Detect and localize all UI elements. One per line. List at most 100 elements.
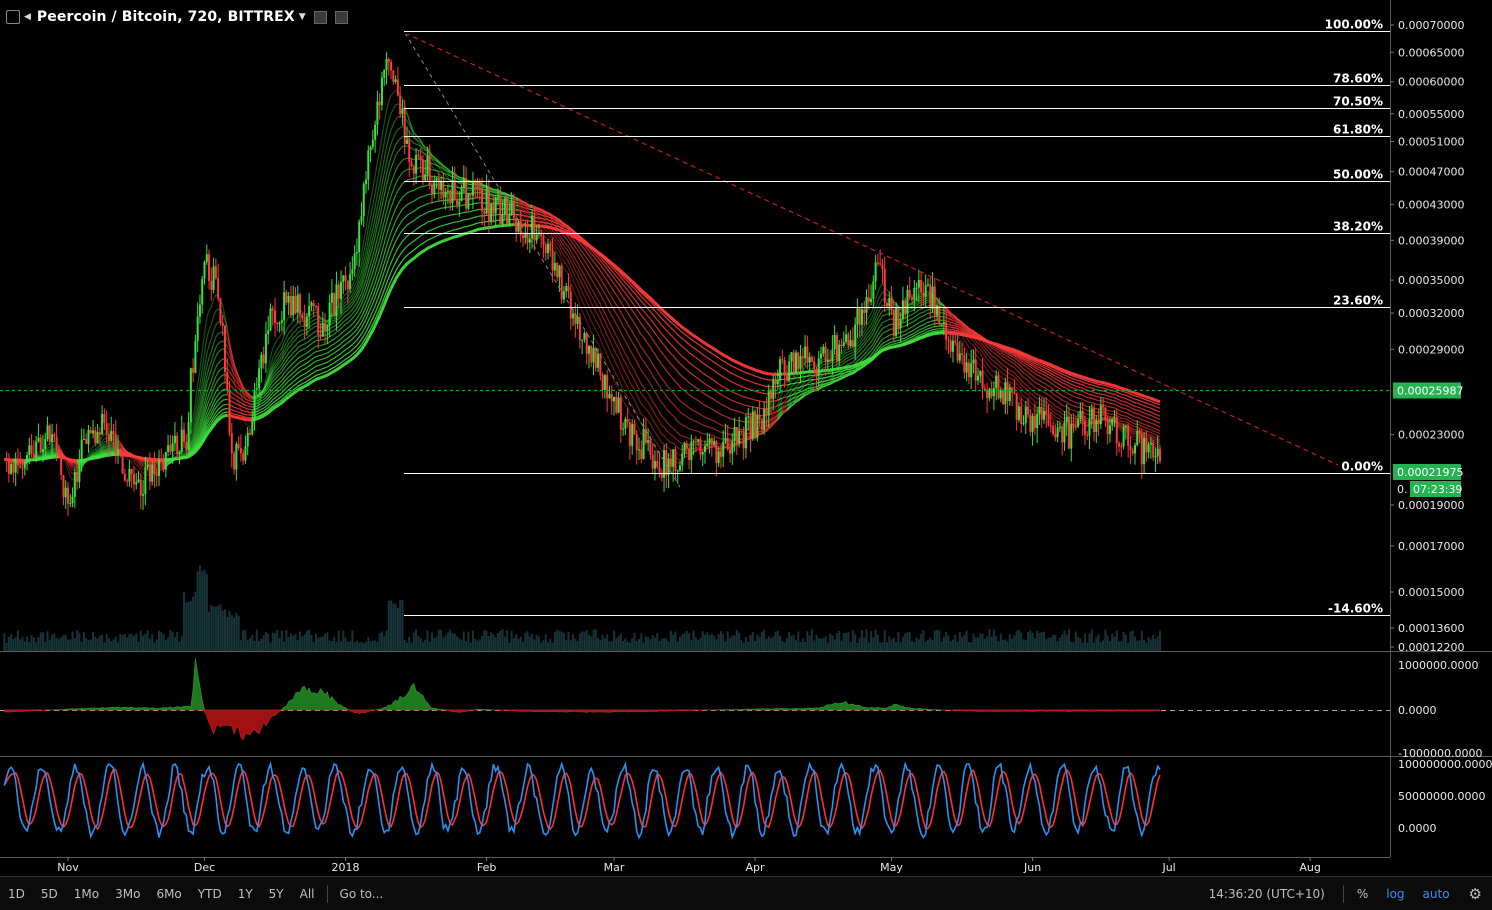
volume-bar xyxy=(843,633,845,651)
volume-bar xyxy=(94,637,96,651)
ribbon-segment xyxy=(377,229,379,238)
ribbon-segment xyxy=(623,359,625,363)
ribbon-segment xyxy=(352,306,354,309)
ribbon-segment xyxy=(468,190,470,191)
ribbon-segment xyxy=(846,352,848,353)
ribbon-segment xyxy=(1153,434,1155,435)
ribbon-segment xyxy=(980,342,982,345)
ribbon-segment xyxy=(275,340,277,344)
volume-bar xyxy=(497,633,499,651)
ribbon-segment xyxy=(375,195,377,208)
volume-bar xyxy=(795,640,797,651)
ribbon-segment xyxy=(639,419,641,424)
ribbon-segment xyxy=(607,290,609,294)
ribbon-segment xyxy=(1010,365,1012,366)
ribbon-segment xyxy=(646,365,648,368)
ribbon-segment xyxy=(1019,377,1021,380)
volume-bar xyxy=(706,632,708,651)
ribbon-segment xyxy=(1035,397,1037,398)
ribbon-segment xyxy=(270,348,272,357)
ribbon-segment xyxy=(575,247,577,250)
volume-bar xyxy=(263,635,265,651)
ribbon-segment xyxy=(980,354,982,357)
ribbon-segment xyxy=(923,315,925,316)
ribbon-segment xyxy=(791,379,793,380)
ribbon-segment xyxy=(280,372,282,374)
ribbon-segment xyxy=(207,311,209,318)
ribbon-segment xyxy=(589,298,591,303)
ribbon-segment xyxy=(687,437,689,438)
ribbon-segment xyxy=(1076,407,1078,408)
ribbon-segment xyxy=(785,394,787,396)
ribbon-segment xyxy=(646,400,648,403)
ribbon-segment xyxy=(584,281,586,286)
volume-bar xyxy=(197,571,199,651)
volume-bar xyxy=(631,638,633,651)
ribbon-segment xyxy=(305,347,307,348)
chart-canvas[interactable]: 100.00%78.60%70.50%61.80%50.00%38.20%23.… xyxy=(0,0,1492,876)
volume-bar xyxy=(56,638,58,651)
volume-bar xyxy=(916,637,918,651)
ribbon-segment xyxy=(600,304,602,309)
volume-bar xyxy=(809,635,811,651)
volume-bar xyxy=(158,631,160,651)
ribbon-segment xyxy=(678,454,680,455)
ribbon-segment xyxy=(646,377,648,380)
ribbon-segment xyxy=(1055,410,1057,411)
ribbon-segment xyxy=(632,386,634,390)
ribbon-segment xyxy=(989,361,991,364)
ribbon-segment xyxy=(557,236,559,238)
ribbon-segment xyxy=(685,404,687,406)
volume-bar xyxy=(1057,641,1059,651)
volume-bar xyxy=(747,642,749,651)
ribbon-segment xyxy=(609,293,611,297)
volume-bar xyxy=(536,635,538,651)
ribbon-segment xyxy=(992,356,994,358)
volume-bar xyxy=(101,635,103,651)
ribbon-segment xyxy=(616,324,618,328)
ribbon-segment xyxy=(846,364,848,365)
ribbon-segment xyxy=(346,307,348,308)
ribbon-segment xyxy=(600,339,602,345)
ribbon-segment xyxy=(889,324,891,325)
ribbon-segment xyxy=(102,442,104,444)
volume-bar xyxy=(1011,639,1013,651)
ribbon-segment xyxy=(623,316,625,320)
volume-bar xyxy=(527,631,529,651)
ribbon-segment xyxy=(389,130,391,138)
volume-bar xyxy=(768,636,770,651)
volume-bar xyxy=(661,639,663,651)
volume-bar xyxy=(376,642,378,651)
ribbon-segment xyxy=(912,317,914,318)
volume-bar xyxy=(354,642,356,651)
main-pane[interactable] xyxy=(3,33,1338,651)
ribbon-segment xyxy=(669,432,671,434)
ribbon-segment xyxy=(673,443,675,445)
ribbon-segment xyxy=(655,368,657,372)
ribbon-segment xyxy=(848,359,850,360)
ema-ribbon xyxy=(4,91,1160,480)
ribbon-segment xyxy=(377,249,379,257)
volume-bar xyxy=(386,630,388,651)
volume-bar xyxy=(709,635,711,651)
volume-bar xyxy=(938,631,940,651)
ribbon-segment xyxy=(400,160,402,163)
ribbon-segment xyxy=(346,310,348,311)
ribbon-segment xyxy=(1010,382,1012,383)
ribbon-segment xyxy=(657,435,659,439)
ribbon-segment xyxy=(571,240,573,243)
ribbon-segment xyxy=(632,416,634,419)
volume-bar xyxy=(1009,634,1011,651)
ribbon-segment xyxy=(639,343,641,347)
volume-bar xyxy=(638,639,640,651)
volume-bar xyxy=(85,638,87,651)
ribbon-segment xyxy=(978,352,980,354)
ribbon-segment xyxy=(648,402,650,406)
ribbon-segment xyxy=(578,281,580,287)
ribbon-segment xyxy=(1049,395,1051,397)
ribbon-segment xyxy=(298,341,300,343)
ribbon-segment xyxy=(637,350,639,354)
ribbon-segment xyxy=(989,353,991,356)
volume-bar xyxy=(633,633,635,651)
ribbon-segment xyxy=(614,320,616,324)
